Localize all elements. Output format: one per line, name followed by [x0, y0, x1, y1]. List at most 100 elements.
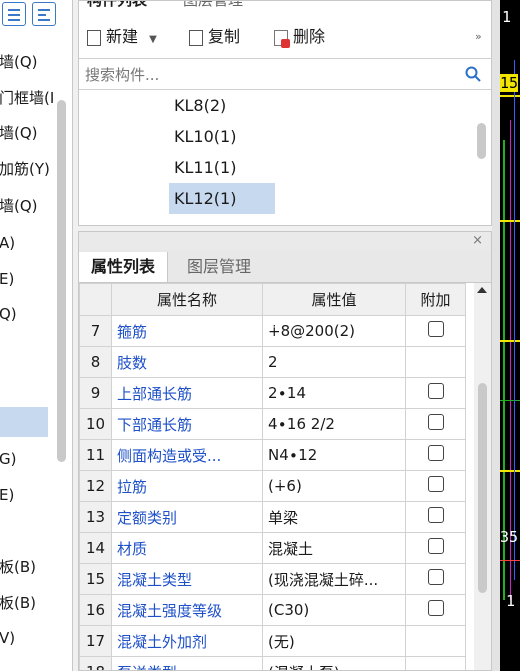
- property-value[interactable]: (混凝土泵): [262, 656, 406, 670]
- component-list-panel: 构件列表 图层管理 新建 ▼ 复制 删除 » KL8(2) KL10(1) KL…: [78, 0, 492, 226]
- table-row[interactable]: 15 混凝土类型 (现浇混凝土碎...: [79, 563, 466, 595]
- add-cell: [405, 656, 466, 670]
- table-row[interactable]: 9 上部通长筋 2∙14: [79, 377, 466, 409]
- add-checkbox[interactable]: [427, 507, 444, 523]
- copy-icon: [189, 29, 203, 46]
- table-row[interactable]: 17 混凝土外加剂 (无): [79, 625, 466, 657]
- property-name: 肢数: [111, 346, 263, 378]
- delete-icon: [274, 29, 290, 48]
- tab-component-list[interactable]: 构件列表: [79, 1, 156, 11]
- tree-item-label: 板(B): [0, 558, 36, 576]
- property-name: 定额类别: [111, 501, 263, 533]
- property-value[interactable]: 混凝土: [262, 532, 406, 564]
- list-item[interactable]: KL8(2): [169, 90, 275, 121]
- property-value[interactable]: N4∙12: [262, 439, 406, 471]
- component-list-scrollbar[interactable]: [477, 123, 486, 159]
- add-checkbox[interactable]: [427, 445, 444, 461]
- add-checkbox[interactable]: [427, 600, 444, 616]
- add-checkbox[interactable]: [427, 476, 444, 492]
- add-checkbox[interactable]: [427, 569, 444, 585]
- row-number: 9: [79, 377, 112, 409]
- list-item[interactable]: KL10(1): [169, 121, 275, 152]
- left-component-tree: 墙(Q) 门框墙(I 墙(Q) 加筋(Y) 墙(Q) A) E) Q) G) E) 板(B) 板(B)…: [0, 0, 73, 671]
- tree-item-label: 墙(Q): [0, 197, 38, 215]
- canvas-label: 1: [502, 8, 512, 26]
- tree-item-label: 板(B): [0, 594, 36, 612]
- add-cell: [405, 563, 466, 595]
- add-checkbox[interactable]: [427, 321, 444, 337]
- tree-item-label: E): [0, 486, 15, 504]
- tree-item-label: E): [0, 270, 15, 288]
- list-item-selected[interactable]: KL12(1): [169, 183, 275, 214]
- column-header-value[interactable]: 属性值: [262, 283, 406, 316]
- close-icon[interactable]: ×: [472, 232, 483, 250]
- table-row[interactable]: 13 定额类别 单梁: [79, 501, 466, 533]
- property-panel: × 属性列表 图层管理 属性名称 属性值 附加 7 箍筋 ∔8@200(2) 8 肢数 2…: [78, 231, 492, 671]
- scrollbar-thumb[interactable]: [478, 383, 487, 593]
- new-button[interactable]: 新建 ▼: [87, 19, 157, 55]
- left-scrollbar[interactable]: [57, 100, 66, 462]
- tree-item[interactable]: V): [0, 623, 70, 654]
- row-number: 8: [79, 346, 112, 378]
- row-number: 18: [79, 656, 112, 670]
- drawing-canvas[interactable]: 1 15 35 1: [500, 0, 520, 671]
- list-item[interactable]: KL11(1): [169, 152, 275, 183]
- property-scrollbar[interactable]: [474, 283, 491, 670]
- tree-item-selected[interactable]: [0, 407, 48, 437]
- add-checkbox[interactable]: [427, 383, 444, 399]
- chevron-down-icon[interactable]: ▼: [149, 34, 157, 45]
- property-name: 混凝土类型: [111, 563, 263, 595]
- row-number: 10: [79, 408, 112, 440]
- add-cell: [405, 625, 466, 657]
- tree-item-label: 门框墙(I: [0, 89, 55, 107]
- add-cell: [405, 315, 466, 347]
- table-row[interactable]: 7 箍筋 ∔8@200(2): [79, 315, 466, 347]
- property-name: 材质: [111, 532, 263, 564]
- table-row[interactable]: 11 侧面构造或受... N4∙12: [79, 439, 466, 471]
- search-input[interactable]: [83, 63, 457, 87]
- column-header-name[interactable]: 属性名称: [111, 283, 263, 316]
- splitter[interactable]: [492, 0, 500, 671]
- tree-item[interactable]: E): [0, 480, 70, 511]
- delete-button[interactable]: 删除: [274, 19, 325, 55]
- tree-item-label: 墙(Q): [0, 53, 38, 71]
- tab-layer-management[interactable]: 图层管理: [175, 1, 251, 11]
- table-row[interactable]: 16 混凝土强度等级 (C30): [79, 594, 466, 626]
- tree-item[interactable]: 板(B): [0, 588, 70, 619]
- tab-layer-management[interactable]: 图层管理: [175, 252, 263, 282]
- table-header-row: 属性名称 属性值 附加: [79, 283, 466, 316]
- tab-property-list[interactable]: 属性列表: [79, 252, 169, 282]
- tree-item[interactable]: 墙(Q): [0, 47, 70, 78]
- search-icon[interactable]: [465, 66, 481, 82]
- property-value[interactable]: 4∙16 2/2: [262, 408, 406, 440]
- property-value[interactable]: 2: [262, 346, 406, 378]
- add-checkbox[interactable]: [427, 414, 444, 430]
- tree-item-label: V): [0, 629, 16, 647]
- tree-item-label: Q): [0, 305, 17, 323]
- table-row[interactable]: 8 肢数 2: [79, 346, 466, 378]
- more-icon[interactable]: »: [475, 19, 482, 55]
- copy-button[interactable]: 复制: [189, 19, 240, 55]
- add-cell: [405, 408, 466, 440]
- detail-view-icon[interactable]: [32, 2, 56, 26]
- table-row[interactable]: 10 下部通长筋 4∙16 2/2: [79, 408, 466, 440]
- column-header-add[interactable]: 附加: [405, 283, 466, 316]
- property-value[interactable]: (现浇混凝土碎...: [262, 563, 406, 595]
- tree-item[interactable]: 板(B): [0, 552, 70, 583]
- property-value[interactable]: (∔6): [262, 470, 406, 502]
- table-row[interactable]: 12 拉筋 (∔6): [79, 470, 466, 502]
- table-row[interactable]: 18泵送类型(混凝土泵): [79, 656, 466, 670]
- property-value[interactable]: 2∙14: [262, 377, 406, 409]
- list-view-icon[interactable]: [2, 2, 26, 26]
- property-name: 混凝土强度等级: [111, 594, 263, 626]
- scroll-up-icon[interactable]: [477, 287, 487, 293]
- property-value[interactable]: (C30): [262, 594, 406, 626]
- add-cell: [405, 377, 466, 409]
- add-checkbox[interactable]: [427, 538, 444, 554]
- add-cell: [405, 346, 466, 378]
- property-value[interactable]: (无): [262, 625, 406, 657]
- property-value[interactable]: ∔8@200(2): [262, 315, 406, 347]
- tree-item-label: 加筋(Y): [0, 160, 50, 178]
- property-value[interactable]: 单梁: [262, 501, 406, 533]
- table-row[interactable]: 14 材质 混凝土: [79, 532, 466, 564]
